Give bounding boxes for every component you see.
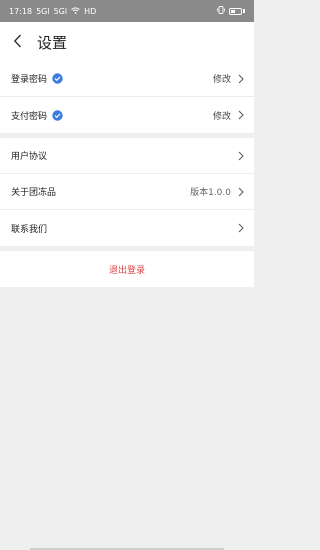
logout-group: 退出登录 <box>0 251 254 287</box>
contact-label: 联系我们 <box>11 224 48 235</box>
about-row[interactable]: 关于团冻品 版本1.0.0 <box>0 174 254 210</box>
version-text: 版本1.0.0 <box>190 188 231 198</box>
about-label: 关于团冻品 <box>11 188 57 198</box>
status-left: 17:18 5Gl 5Gl HD <box>9 7 96 16</box>
login-password-modify[interactable]: 修改 <box>213 72 231 85</box>
payment-password-modify[interactable]: 修改 <box>213 109 231 122</box>
security-group: 登录密码 修改 支付密码 修改 <box>0 61 254 133</box>
battery-icon <box>229 7 242 15</box>
chevron-right-icon <box>237 187 245 197</box>
payment-password-label: 支付密码 <box>11 111 48 122</box>
user-agreement-row[interactable]: 用户协议 <box>0 138 254 174</box>
chevron-right-icon <box>237 74 245 84</box>
login-password-label: 登录密码 <box>11 75 48 85</box>
user-agreement-left: 用户协议 <box>11 149 47 162</box>
verified-check-icon <box>52 73 63 84</box>
login-password-row[interactable]: 登录密码 修改 <box>0 61 254 97</box>
login-password-right: 修改 <box>213 72 245 85</box>
user-agreement-label: 用户协议 <box>11 152 48 162</box>
logout-button[interactable]: 退出登录 <box>0 251 254 287</box>
signal-1: 5Gl <box>36 6 50 16</box>
page-title: 设置 <box>37 33 68 52</box>
vibrate-icon <box>217 6 225 16</box>
chevron-right-icon <box>237 223 245 233</box>
payment-password-left: 支付密码 <box>11 109 63 122</box>
wifi-icon <box>71 6 80 16</box>
nav-bar: 设置 <box>0 22 254 62</box>
contact-row[interactable]: 联系我们 <box>0 210 254 246</box>
payment-password-right: 修改 <box>213 109 245 122</box>
back-button[interactable] <box>0 22 34 62</box>
hd-label: HD <box>84 6 97 16</box>
contact-right <box>237 223 245 233</box>
chevron-right-icon <box>237 151 245 161</box>
login-password-left: 登录密码 <box>11 72 63 85</box>
verified-check-icon <box>52 109 63 121</box>
chevron-left-icon <box>13 33 22 52</box>
about-left: 关于团冻品 <box>11 185 56 198</box>
info-group: 用户协议 关于团冻品 版本1.0.0 联系我们 <box>0 138 254 246</box>
signal-2: 5Gl <box>53 6 68 16</box>
payment-password-row[interactable]: 支付密码 修改 <box>0 97 254 133</box>
status-bar: 17:18 5Gl 5Gl HD <box>0 0 254 22</box>
contact-left: 联系我们 <box>11 222 47 235</box>
status-time: 17:18 <box>9 6 33 16</box>
about-right: 版本1.0.0 <box>190 185 245 198</box>
battery-tip <box>243 9 245 13</box>
user-agreement-right <box>237 151 245 161</box>
chevron-right-icon <box>237 110 245 120</box>
status-right <box>217 6 245 16</box>
